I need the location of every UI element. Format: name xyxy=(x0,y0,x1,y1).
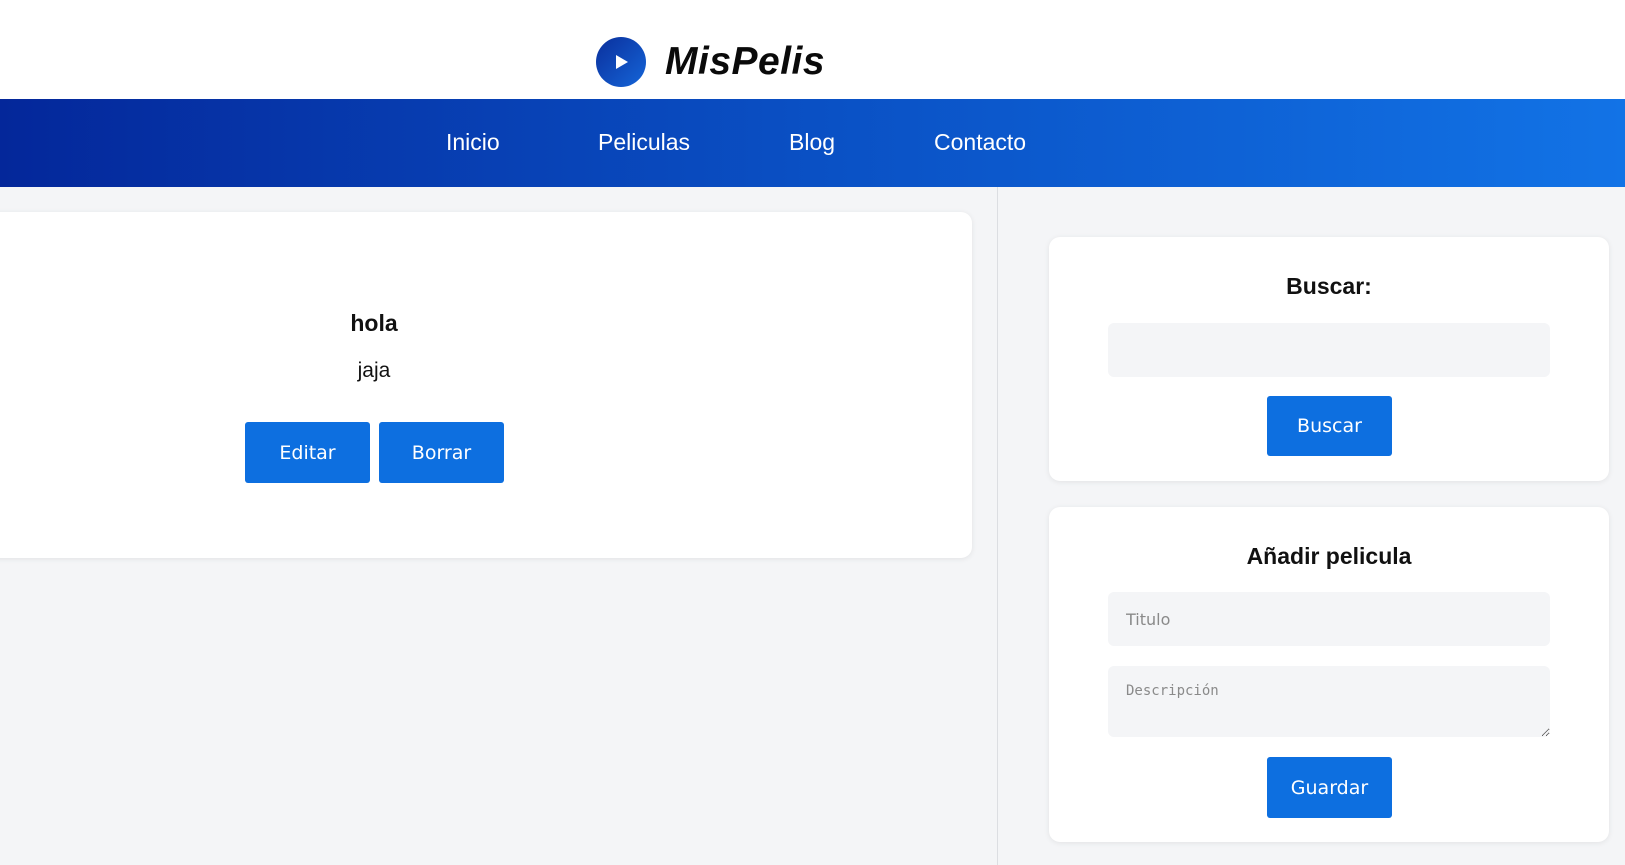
search-input[interactable] xyxy=(1108,323,1550,377)
site-logo[interactable]: MisPelis xyxy=(596,36,825,88)
delete-button[interactable]: Borrar xyxy=(379,422,504,483)
play-icon xyxy=(596,37,646,87)
movie-card xyxy=(0,212,972,558)
movie-title: hola xyxy=(350,310,398,336)
nav-item-inicio[interactable]: Inicio xyxy=(446,127,500,157)
edit-button[interactable]: Editar xyxy=(245,422,370,483)
search-title: Buscar: xyxy=(1286,273,1372,299)
nav-item-blog[interactable]: Blog xyxy=(789,127,835,157)
main-navbar: Inicio Peliculas Blog Contacto xyxy=(0,99,1625,187)
nav-item-contacto[interactable]: Contacto xyxy=(934,127,1026,157)
site-header: MisPelis xyxy=(0,0,1625,99)
movie-description-textarea[interactable] xyxy=(1108,666,1550,737)
movie-description: jaja xyxy=(357,359,391,382)
brand-name: MisPelis xyxy=(665,40,826,83)
movie-title-input[interactable] xyxy=(1108,592,1550,646)
search-button[interactable]: Buscar xyxy=(1267,396,1392,456)
add-movie-title: Añadir pelicula xyxy=(1246,543,1412,569)
column-divider xyxy=(997,187,998,865)
nav-item-peliculas[interactable]: Peliculas xyxy=(598,127,690,157)
save-button[interactable]: Guardar xyxy=(1267,757,1392,818)
